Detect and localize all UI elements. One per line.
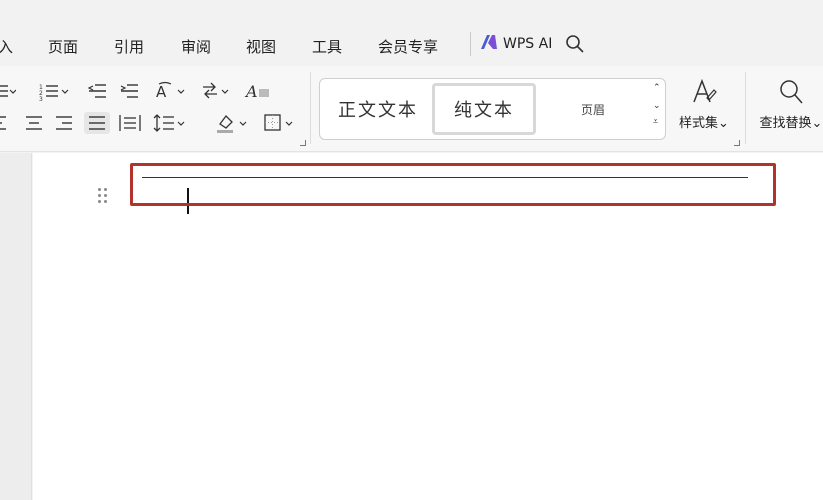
align-center-icon[interactable]: [22, 112, 46, 134]
ribbon-divider: [310, 72, 311, 144]
menu-page[interactable]: 页面: [48, 36, 78, 57]
left-margin: [0, 153, 32, 500]
chevron-up-icon[interactable]: ⌃: [653, 83, 661, 93]
menu-bar: 入 页面 引用 审阅 视图 工具 会员专享 WPS AI: [0, 0, 823, 66]
style-set-button[interactable]: 样式集⌄: [676, 78, 732, 131]
style-set-label: 样式集⌄: [679, 116, 729, 131]
numbered-list-icon[interactable]: 123: [38, 80, 72, 102]
paragraph-settings-launcher[interactable]: [300, 140, 306, 146]
svg-text:A: A: [156, 83, 167, 101]
decrease-indent-icon[interactable]: [86, 80, 110, 102]
chevron-down-icon[interactable]: ⌄: [653, 101, 661, 111]
justify-icon[interactable]: [84, 112, 110, 134]
menu-insert[interactable]: 入: [0, 36, 13, 57]
character-style-icon[interactable]: A: [244, 80, 274, 102]
annotation-highlight-box: [130, 163, 776, 206]
style-header[interactable]: 页眉: [550, 83, 636, 135]
menu-tools[interactable]: 工具: [312, 36, 342, 57]
shading-icon[interactable]: [214, 112, 250, 134]
menu-view[interactable]: 视图: [246, 36, 276, 57]
menu-member[interactable]: 会员专享: [378, 36, 438, 57]
style-normal-text[interactable]: 正文文本: [328, 83, 428, 135]
style-set-icon: [693, 78, 717, 103]
ribbon-toolbar: 123 A A 正文文本 纯文本 页眉 ⌃ ⌄ ⩡ 样式集⌄ 查找替换⌄: [0, 66, 823, 152]
wps-ai-button[interactable]: WPS AI: [480, 34, 552, 54]
menu-divider: [470, 32, 471, 56]
menu-review[interactable]: 审阅: [181, 36, 211, 57]
style-plain-text[interactable]: 纯文本: [432, 83, 536, 135]
find-replace-label: 查找替换⌄: [759, 116, 823, 131]
drag-handle-icon[interactable]: [98, 188, 108, 206]
sort-icon[interactable]: [200, 80, 234, 102]
find-icon: [780, 80, 803, 104]
text-direction-icon[interactable]: A: [154, 80, 188, 102]
menu-references[interactable]: 引用: [114, 36, 144, 57]
gallery-scroll[interactable]: ⌃ ⌄ ⩡: [651, 83, 663, 135]
ribbon-divider-2: [745, 72, 746, 144]
styles-launcher[interactable]: [734, 140, 740, 146]
search-icon[interactable]: [565, 34, 585, 58]
line-spacing-icon[interactable]: [152, 112, 188, 134]
wps-ai-logo-icon: [480, 34, 498, 54]
find-replace-button[interactable]: 查找替换⌄: [756, 78, 823, 131]
align-right-icon[interactable]: [52, 112, 76, 134]
gallery-expand-icon[interactable]: ⩡: [653, 117, 658, 127]
bullet-list-icon[interactable]: [0, 80, 16, 102]
svg-text:A: A: [244, 82, 258, 101]
align-left-icon[interactable]: [0, 112, 14, 134]
wps-ai-label: WPS AI: [503, 36, 553, 52]
border-icon[interactable]: [262, 112, 298, 134]
svg-text:3: 3: [39, 96, 43, 102]
increase-indent-icon[interactable]: [118, 80, 142, 102]
distributed-align-icon[interactable]: [118, 112, 142, 134]
style-gallery: 正文文本 纯文本 页眉 ⌃ ⌄ ⩡: [319, 78, 666, 140]
